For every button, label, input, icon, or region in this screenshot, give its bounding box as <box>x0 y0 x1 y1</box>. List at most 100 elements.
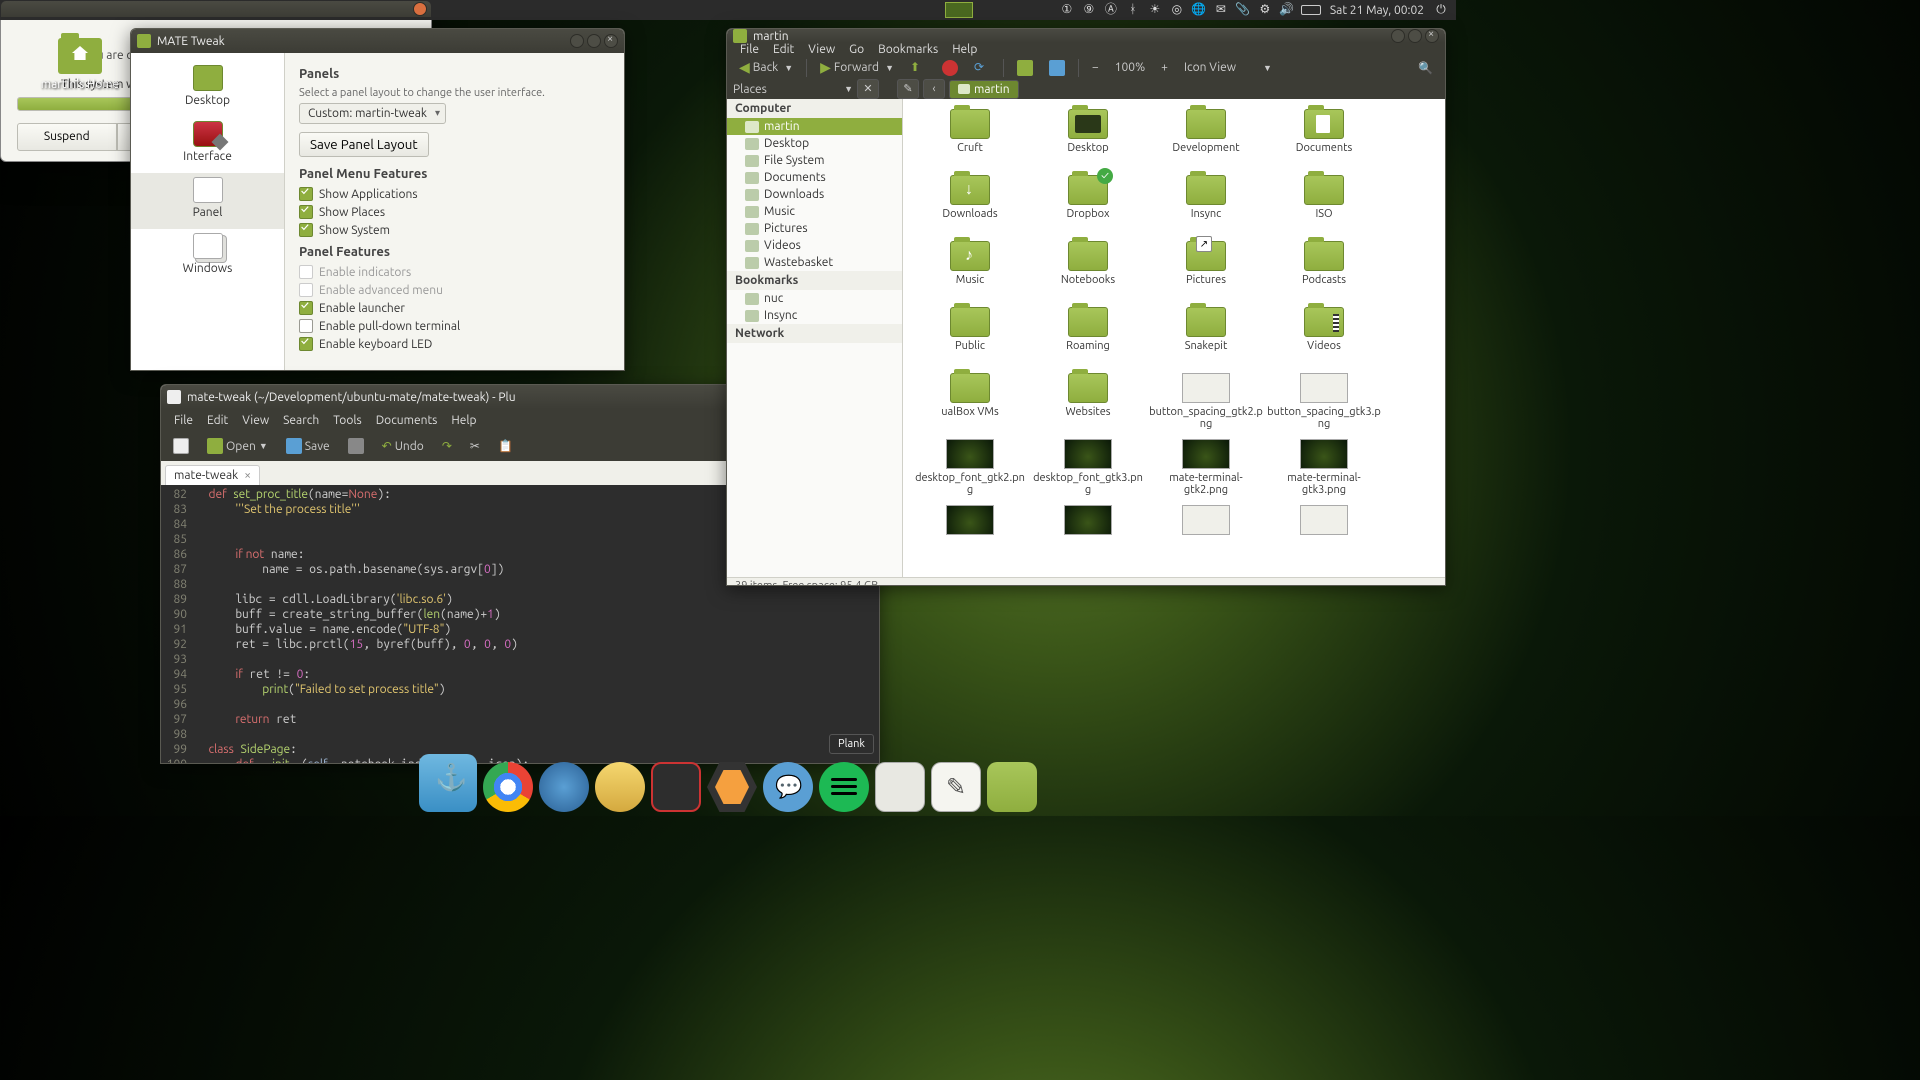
icon-grid[interactable]: CruftDesktopDevelopmentDocumentsDownload… <box>903 99 1445 577</box>
up-button[interactable]: ⬆ <box>904 57 932 79</box>
shutdown-close[interactable] <box>413 2 427 16</box>
edit-path-button[interactable]: ✎ <box>897 79 919 99</box>
p-menu-view[interactable]: View <box>235 414 276 427</box>
places-dropdown[interactable]: Places▼ <box>733 83 853 96</box>
file-pictures[interactable]: Pictures <box>1147 239 1265 305</box>
computer-button[interactable] <box>1043 57 1071 79</box>
sidebar-item-downloads[interactable]: Downloads <box>727 186 902 203</box>
clip-icon[interactable]: 📎 <box>1235 2 1251 18</box>
shutdown-icon[interactable]: ⏻ <box>1433 2 1449 18</box>
network-icon[interactable]: 🌐 <box>1191 2 1207 18</box>
path-back-button[interactable]: ‹ <box>923 79 945 99</box>
dock-thunderbird-icon[interactable] <box>539 762 589 812</box>
shutdown-titlebar[interactable] <box>1 1 431 17</box>
zoom-out[interactable]: − <box>1086 58 1105 77</box>
file-videos[interactable]: Videos <box>1265 305 1383 371</box>
checkbox-enable-keyboard-led[interactable]: Enable keyboard LED <box>299 337 610 351</box>
sidebar-item-insync[interactable]: Insync <box>727 307 902 324</box>
zoom-in[interactable]: + <box>1155 58 1174 77</box>
indicator-9-icon[interactable]: ⑨ <box>1081 2 1097 18</box>
file-desktop-font-gtk3-png[interactable]: desktop_font_gtk3.png <box>1029 437 1147 503</box>
workspace-switcher-icon[interactable] <box>945 2 973 18</box>
clock-label[interactable]: Sat 21 May, 00:02 <box>1324 4 1430 17</box>
close-sidebar-button[interactable]: ✕ <box>857 79 879 99</box>
reload-button[interactable]: ⟳ <box>968 57 996 79</box>
sidebar-item-wastebasket[interactable]: Wastebasket <box>727 254 902 271</box>
tab-close-icon[interactable]: × <box>244 469 251 482</box>
file-thumb[interactable] <box>1029 503 1147 569</box>
file-roaming[interactable]: Roaming <box>1029 305 1147 371</box>
file-button-spacing-gtk2-png[interactable]: button_spacing_gtk2.png <box>1147 371 1265 437</box>
dock-chrome-icon[interactable] <box>483 762 533 812</box>
print-button[interactable] <box>342 435 370 457</box>
file-thumb[interactable] <box>1265 503 1383 569</box>
sidebar-item-desktop[interactable]: Desktop <box>727 135 902 152</box>
dock-spotify-icon[interactable] <box>819 762 869 812</box>
caja-titlebar[interactable]: martin <box>727 29 1445 43</box>
sidebar-item-martin[interactable]: martin <box>727 118 902 135</box>
search-button[interactable]: 🔍 <box>1412 58 1439 78</box>
checkbox-enable-launcher[interactable]: Enable launcher <box>299 301 610 315</box>
tab-mate-tweak[interactable]: mate-tweak× <box>165 465 260 485</box>
tweak-titlebar[interactable]: MATE Tweak <box>131 29 624 53</box>
maximize-button[interactable] <box>587 34 601 48</box>
menu-bookmarks[interactable]: Bookmarks <box>871 43 945 56</box>
file-documents[interactable]: Documents <box>1265 107 1383 173</box>
cut-button[interactable]: ✂ <box>464 436 486 456</box>
stop-button[interactable] <box>936 57 964 79</box>
dock-chat-icon[interactable] <box>763 762 813 812</box>
sidebar-item-music[interactable]: Music <box>727 203 902 220</box>
save-button[interactable]: Save <box>280 435 336 457</box>
suspend-button[interactable]: Suspend <box>17 123 117 151</box>
nav-interface[interactable]: Interface <box>131 117 284 173</box>
volume-icon[interactable]: 🔊 <box>1279 2 1295 18</box>
brightness-icon[interactable]: ☀ <box>1147 2 1163 18</box>
checkbox-enable-pull-down-terminal[interactable]: Enable pull-down terminal <box>299 319 610 333</box>
p-menu-help[interactable]: Help <box>444 414 483 427</box>
file-mate-terminal-gtk3-png[interactable]: mate-terminal-gtk3.png <box>1265 437 1383 503</box>
dock-hexchat-icon[interactable] <box>707 762 757 812</box>
checkbox-show-applications[interactable]: Show Applications <box>299 187 610 201</box>
file-desktop-font-gtk2-png[interactable]: desktop_font_gtk2.png <box>911 437 1029 503</box>
file-mate-terminal-gtk2-png[interactable]: mate-terminal-gtk2.png <box>1147 437 1265 503</box>
home-button[interactable] <box>1011 57 1039 79</box>
bluetooth-icon[interactable]: ᚼ <box>1125 2 1141 18</box>
p-menu-file[interactable]: File <box>167 414 200 427</box>
dock-editor-icon[interactable] <box>931 762 981 812</box>
caja-minimize[interactable] <box>1391 29 1405 43</box>
dock-caja-icon[interactable] <box>987 762 1037 812</box>
settings-icon[interactable]: ⚙ <box>1257 2 1273 18</box>
dock-files-icon[interactable] <box>875 762 925 812</box>
nav-windows[interactable]: Windows <box>131 229 284 285</box>
menu-go[interactable]: Go <box>842 43 871 56</box>
p-menu-search[interactable]: Search <box>276 414 326 427</box>
file-downloads[interactable]: Downloads <box>911 173 1029 239</box>
desktop-home-icon[interactable]: martin's Home <box>40 38 120 91</box>
sidebar-item-documents[interactable]: Documents <box>727 169 902 186</box>
file-desktop[interactable]: Desktop <box>1029 107 1147 173</box>
dock-plank-icon[interactable] <box>419 754 477 812</box>
menu-file[interactable]: File <box>733 43 766 56</box>
file-development[interactable]: Development <box>1147 107 1265 173</box>
minimize-button[interactable] <box>570 34 584 48</box>
close-button[interactable] <box>604 34 618 48</box>
file-snakepit[interactable]: Snakepit <box>1147 305 1265 371</box>
file-notebooks[interactable]: Notebooks <box>1029 239 1147 305</box>
layout-dropdown[interactable]: Custom: martin-tweak <box>299 103 446 124</box>
nav-desktop[interactable]: Desktop <box>131 61 284 117</box>
file-thumb[interactable] <box>1147 503 1265 569</box>
view-mode-dropdown[interactable]: Icon View▼ <box>1178 58 1278 77</box>
copy-button[interactable]: 📋 <box>492 436 519 456</box>
indicator-a-icon[interactable]: Ⓐ <box>1103 2 1119 18</box>
location-icon[interactable]: ◎ <box>1169 2 1185 18</box>
file-public[interactable]: Public <box>911 305 1029 371</box>
file-dropbox[interactable]: Dropbox <box>1029 173 1147 239</box>
p-menu-documents[interactable]: Documents <box>369 414 445 427</box>
file-ualbox-vms[interactable]: ualBox VMs <box>911 371 1029 437</box>
file-thumb[interactable] <box>911 503 1029 569</box>
menu-view[interactable]: View <box>801 43 842 56</box>
sidebar-item-file-system[interactable]: File System <box>727 152 902 169</box>
file-button-spacing-gtk3-png[interactable]: button_spacing_gtk3.png <box>1265 371 1383 437</box>
battery-icon[interactable] <box>1301 5 1321 15</box>
menu-help[interactable]: Help <box>945 43 984 56</box>
